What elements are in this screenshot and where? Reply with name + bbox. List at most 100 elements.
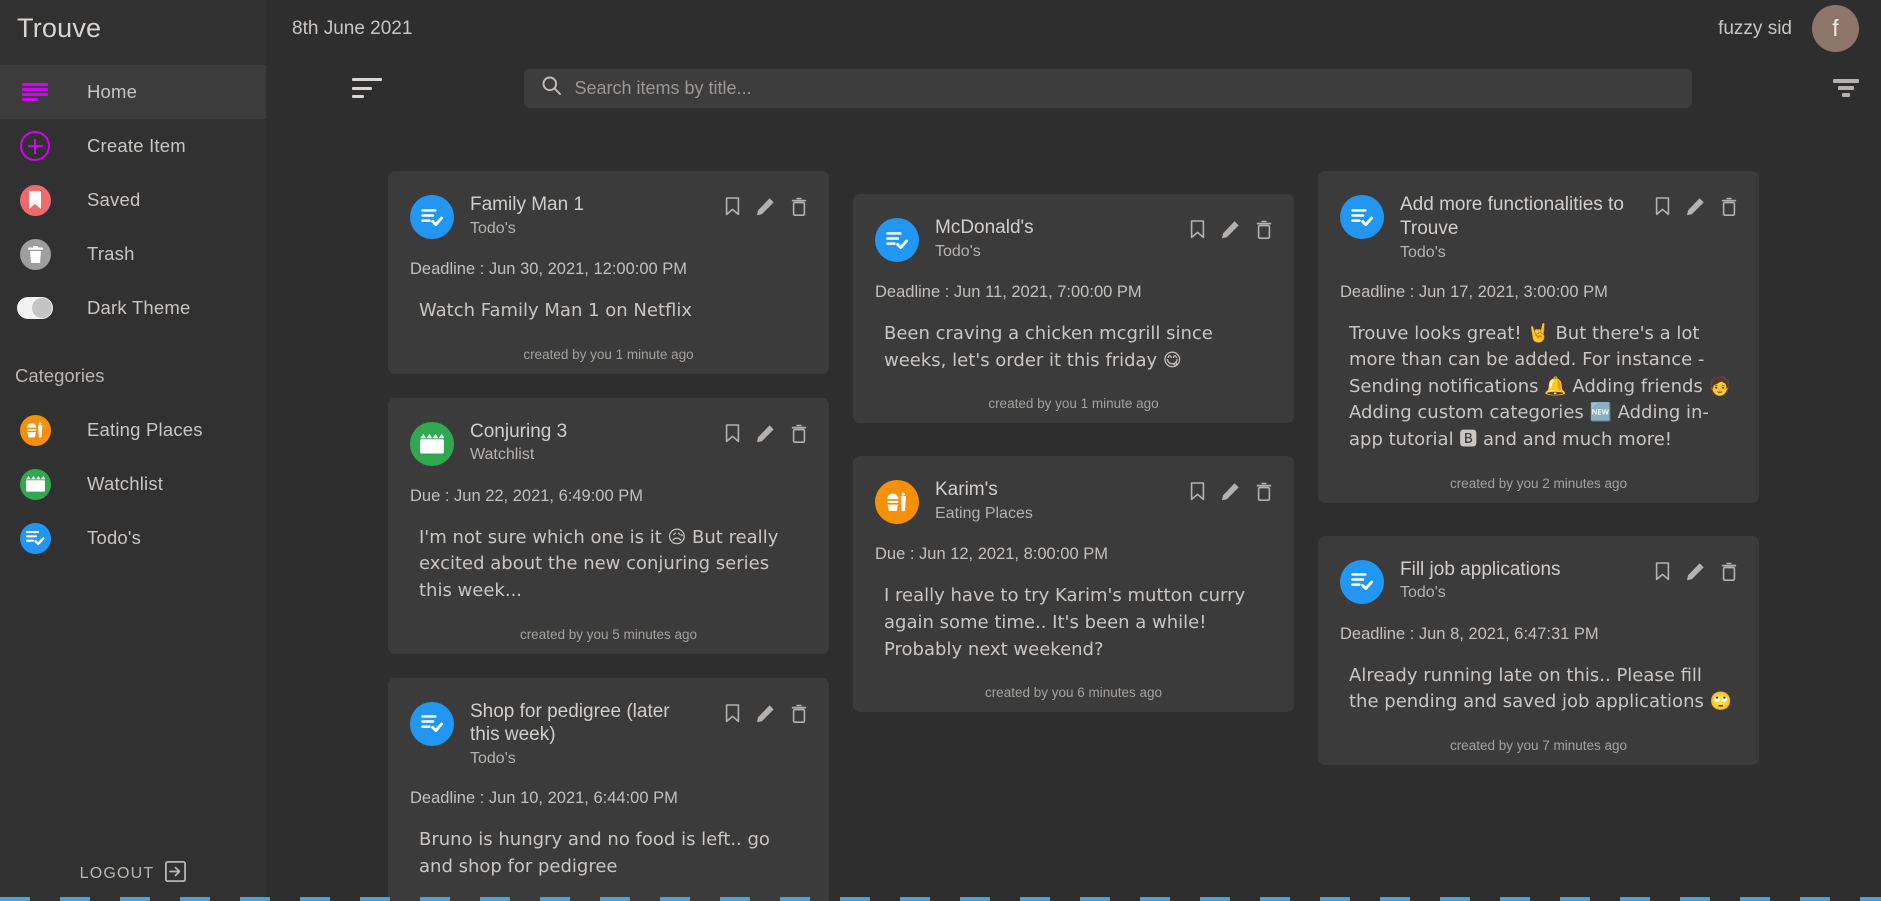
card-deadline: Due : Jun 12, 2021, 8:00:00 PM [875,545,1108,564]
card-titles: Family Man 1 Todo's [470,193,709,238]
board-column: McDonald's Todo's Deadline : Jun 11, 202… [853,171,1294,901]
sidebar-item-home-label: Home [87,81,138,102]
bookmark-icon[interactable] [1190,482,1205,501]
sidebar-categories: Eating Places Watchlist Todo's [0,403,266,565]
card-body: Bruno is hungry and no food is left.. go… [419,829,770,877]
card-title: Karim's [935,479,998,501]
card-actions [725,193,807,216]
edit-pencil-icon[interactable] [1686,562,1705,581]
sidebar-item-create-item[interactable]: Create Item [0,119,266,173]
checklist-icon [410,701,454,746]
search-icon [542,76,561,100]
dark-theme-toggle-row[interactable]: Dark Theme [0,281,266,335]
clapperboard-icon [17,466,53,502]
edit-pencil-icon[interactable] [1686,197,1705,216]
bookmark-icon[interactable] [1190,220,1205,239]
logout-icon [165,860,187,887]
item-card[interactable]: Fill job applications Todo's Deadline : … [1318,535,1759,765]
item-card[interactable]: McDonald's Todo's Deadline : Jun 11, 202… [853,194,1294,424]
search-input[interactable] [574,77,1674,99]
card-category: Watchlist [470,446,535,464]
app-root: Trouve Home Create Item Saved Trash Dark… [0,0,1881,901]
logout-label: LOGOUT [79,865,155,882]
edit-pencil-icon[interactable] [756,704,775,723]
sidebar-item-create-item-label: Create Item [87,135,186,156]
trash-icon[interactable] [791,704,807,723]
sidebar-item-home[interactable]: Home [0,65,266,119]
categories-heading: Categories [15,365,105,386]
trash-icon[interactable] [1256,220,1272,239]
card-title: McDonald's [935,217,1034,238]
trash-icon[interactable] [1721,562,1737,581]
sort-icon[interactable] [352,78,382,98]
card-header: Karim's Eating Places [875,478,1272,525]
bookmark-icon[interactable] [1655,561,1670,581]
item-card[interactable]: Family Man 1 Todo's Deadline : Jun 30, 2… [388,171,829,374]
card-footer: created by you 1 minute ago [988,396,1159,412]
checklist-icon [875,218,919,262]
card-footer: created by you 5 minutes ago [519,626,698,642]
card-body: Watch Family Man 1 on Netflix [419,300,692,321]
bookmark-icon[interactable] [725,423,740,443]
sidebar-item-todos[interactable]: Todo's [0,511,266,565]
card-body: Trouve looks great! 🤘 But there's a lot … [1349,322,1731,451]
trash-icon[interactable] [1256,482,1272,502]
card-category: Todo's [1400,584,1446,602]
toggle-switch-icon[interactable] [17,290,53,326]
checklist-icon [17,520,53,556]
card-category: Eating Places [935,505,1033,522]
app-title: Trouve [17,13,102,43]
item-card[interactable]: Shop for pedigree (later this week) Todo… [388,677,829,901]
checklist-icon [1340,559,1384,604]
trash-icon[interactable] [1721,197,1737,216]
card-header: Family Man 1 Todo's [410,193,807,239]
fast-food-icon [17,412,53,448]
item-card[interactable]: Add more functionalities to Trouve Todo'… [1318,171,1759,503]
sidebar-item-saved[interactable]: Saved [0,173,266,227]
card-title: Add more functionalities to Trouve [1400,194,1624,239]
avatar[interactable]: f [1812,5,1859,52]
logout-button[interactable]: LOGOUT [0,860,266,887]
trash-icon [17,236,53,272]
card-titles: Karim's Eating Places [935,478,1174,523]
item-card[interactable]: Conjuring 3 Watchlist Due : Jun 22, 2021… [388,397,829,654]
card-body: I'm not sure which one is it 😥 But reall… [419,526,779,601]
filter-icon[interactable] [1833,79,1859,97]
bookmark-icon[interactable] [725,197,740,216]
checklist-icon [1340,195,1384,239]
item-card[interactable]: Karim's Eating Places Due : Jun 12, 2021… [853,456,1294,713]
card-header: McDonald's Todo's [875,216,1272,262]
card-footer: created by you 1 minute ago [523,346,694,362]
card-deadline: Deadline : Jun 10, 2021, 6:44:00 PM [410,789,678,807]
card-titles: Shop for pedigree (later this week) Todo… [470,700,709,769]
edit-pencil-icon[interactable] [1221,220,1240,239]
sidebar: Trouve Home Create Item Saved Trash Dark… [0,0,266,901]
card-deadline: Due : Jun 22, 2021, 6:49:00 PM [410,486,643,505]
edit-pencil-icon[interactable] [1221,482,1240,501]
card-title: Shop for pedigree (later this week) [470,700,670,746]
card-actions [1190,478,1272,502]
main-area: 8th June 2021 fuzzy sid f Search items b… [266,0,1881,901]
sidebar-item-saved-label: Saved [87,189,141,210]
sidebar-item-watchlist[interactable]: Watchlist [0,457,266,511]
search-field[interactable] [523,68,1692,108]
card-footer: created by you 6 minutes ago [984,685,1163,701]
card-titles: Conjuring 3 Watchlist [470,420,709,465]
sidebar-item-todos-label: Todo's [87,527,142,548]
bookmark-icon[interactable] [1655,197,1670,216]
sidebar-item-eating-places[interactable]: Eating Places [0,403,266,457]
edit-pencil-icon[interactable] [756,197,775,216]
trash-icon[interactable] [791,424,807,443]
sidebar-item-trash[interactable]: Trash [0,227,266,281]
topbar: 8th June 2021 fuzzy sid f [266,0,1881,57]
card-titles: Fill job applications Todo's [1400,558,1639,603]
card-deadline: Deadline : Jun 8, 2021, 6:47:31 PM [1340,624,1599,643]
trash-icon[interactable] [791,197,807,216]
bookmark-icon [17,182,53,218]
card-deadline: Deadline : Jun 30, 2021, 12:00:00 PM [410,260,688,278]
card-category: Todo's [1400,243,1446,261]
edit-pencil-icon[interactable] [756,424,775,443]
card-actions [725,700,807,723]
toolbar [266,57,1881,119]
bookmark-icon[interactable] [725,703,740,723]
